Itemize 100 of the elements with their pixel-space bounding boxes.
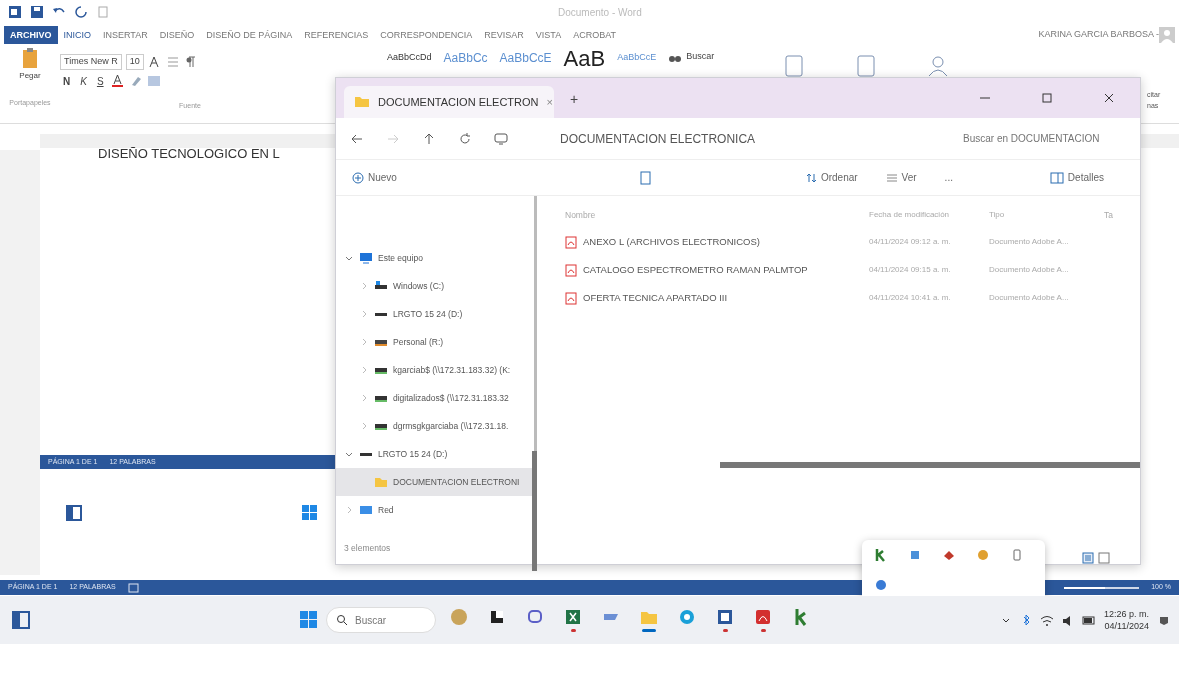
details-pane-icon [1049,170,1064,185]
window-title: Documento - Word [558,5,642,20]
ribbon-tab[interactable]: CORRESPONDENCIA [374,26,479,44]
ribbon-tab[interactable]: DISEÑO [153,26,201,44]
breadcrumb-path[interactable]: DOCUMENTACION ELECTRONICA [560,129,756,148]
style-preview[interactable]: AaBbCcDd [383,51,436,65]
nav-label: LRGTO 15 24 (D:) [378,447,448,461]
nav-label: Personal (R:) [393,335,444,349]
zoom-slider[interactable] [1064,586,1140,589]
document-icon [716,608,734,626]
nav-label: Red [378,503,394,517]
nav-item[interactable]: Windows (C:) [336,272,534,300]
spreadsheet-icon [564,608,582,626]
file-tab[interactable]: ARCHIVO [4,26,58,44]
style-preview[interactable]: AaB [559,41,610,75]
file-type: Documento Adobe A... [989,292,1070,304]
format-button[interactable]: S [93,73,107,89]
up-icon[interactable] [422,131,436,146]
plus-circle-icon [352,171,364,184]
usb-drive-icon[interactable] [1010,548,1024,562]
scrollbar-thumb[interactable] [720,462,1140,468]
windows-icon [302,505,318,521]
nav-item[interactable]: digitalizados$ (\\172.31.183.32 [336,384,534,412]
nav-item[interactable]: DOCUMENTACION ELECTRONI [336,468,534,496]
start-icon[interactable] [300,611,318,629]
nav-item[interactable]: LRGTO 15 24 (D:) [336,440,534,468]
file-date: 04/11/2024 09:12 a. m. [869,236,952,248]
new-tab-button[interactable]: + [570,89,579,110]
details-button[interactable]: Detalles [1049,170,1104,185]
search-icon [336,614,348,626]
redo-icon[interactable] [74,5,88,19]
font-name-field[interactable]: Times New R [60,54,122,70]
nav-label: digitalizados$ (\\172.31.183.32 [393,391,509,405]
monitor-icon[interactable] [494,131,508,146]
pdf-file-icon [565,291,577,305]
refresh-icon[interactable] [458,131,472,146]
file-type: Documento Adobe A... [989,264,1070,276]
format-button[interactable]: N [60,73,74,89]
clock-time[interactable]: 12:26 p. m. [1103,608,1149,620]
browser-icon [678,608,696,626]
ribbon-tab[interactable]: REFERENCIAS [298,26,375,44]
battery-icon[interactable] [1081,614,1096,626]
style-preview[interactable]: AaBbCcE [613,51,661,65]
find-button[interactable]: Buscar [686,50,715,64]
wifi-icon[interactable] [1039,614,1054,626]
sort-button[interactable]: Ordenar [804,170,858,185]
nav-label: DOCUMENTACION ELECTRONI [393,475,520,489]
panel-icon [66,505,82,521]
nav-label: Windows (C:) [393,279,444,293]
nav-label: dgrmsgkgarciaba (\\172.31.18. [393,419,509,433]
proofing-icon[interactable] [127,582,139,593]
save-icon[interactable] [30,5,44,19]
computer-icon [359,251,373,265]
format-button[interactable]: K [77,73,90,89]
file-name[interactable]: CATALOGO ESPECTROMETRO RAMAN PALMTOP [565,262,869,278]
more-button[interactable]: ... [944,170,953,185]
font-size-field[interactable]: 10 [125,54,144,70]
paste-label: Pegar [19,70,41,82]
nav-label: Este equipo [378,251,423,265]
nav-item[interactable]: Personal (R:) [336,328,534,356]
view-button[interactable]: Ver [885,170,917,185]
network-icon [359,503,373,517]
search-field[interactable]: Buscar [326,607,436,633]
new-button[interactable]: Nuevo [352,170,397,185]
search-field[interactable]: Buscar en DOCUMENTACION [961,130,1126,147]
chat-icon [526,608,544,626]
app-icon[interactable] [942,548,956,562]
app-icon[interactable] [908,548,922,562]
ribbon-tab[interactable]: INICIO [57,26,98,44]
nav-item[interactable]: LRGTO 15 24 (D:) [336,300,534,328]
tab-title: DOCUMENTACION ELECTRON [378,94,539,110]
ribbon-tab[interactable]: INSERTAR [97,26,154,44]
ribbon-tab[interactable]: ACROBAT [567,26,622,44]
file-name[interactable]: ANEXO L (ARCHIVOS ELECTRONICOS) [565,234,869,250]
file-date: 04/11/2024 09:15 a. m. [869,264,952,276]
user-name: KARINA GARCIA BARBOSA - [1038,28,1159,42]
list-view-icon[interactable] [1082,552,1094,564]
letter-k-icon[interactable] [874,548,888,562]
nav-item[interactable]: Este equipo [336,244,534,272]
nav-item[interactable]: kgarciab$ (\\172.31.183.32) (K: [336,356,534,384]
font-color-icon[interactable] [110,74,125,88]
ribbon-tab[interactable]: DISEÑO DE PÁGINA [200,26,299,44]
nav-item[interactable]: dgrmsgkgarciaba (\\172.31.18. [336,412,534,440]
close-icon[interactable] [1102,91,1116,105]
folder-icon [374,475,388,489]
item-count: 3 elementos [344,543,391,553]
panel-icon[interactable] [12,611,30,629]
word-icon [8,5,22,19]
nav-label: kgarciab$ (\\172.31.183.32) (K: [393,363,511,377]
maximize-icon[interactable] [1040,91,1054,105]
file-type: Documento Adobe A... [989,236,1070,248]
file-name[interactable]: OFERTA TECNICA APARTADO III [565,290,869,306]
ribbon-tab[interactable]: VISTA [529,26,568,44]
ribbon-tab[interactable]: REVISAR [478,26,530,44]
clock-date[interactable]: 04/11/2024 [1104,620,1149,632]
nav-item[interactable]: Red [336,496,534,524]
scrollbar-thumb[interactable] [532,451,537,571]
tiles-view-icon[interactable] [1098,552,1110,564]
explorer-tab[interactable]: DOCUMENTACION ELECTRON × [344,86,554,118]
nav-label: LRGTO 15 24 (D:) [393,307,463,321]
